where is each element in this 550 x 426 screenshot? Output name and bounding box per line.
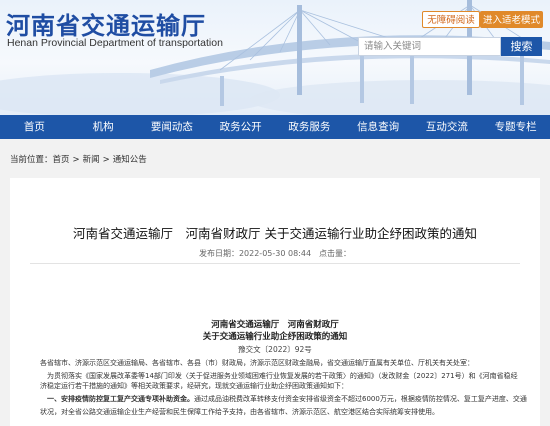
search-input[interactable]: 请输入关键词 (358, 37, 501, 56)
paragraph-intro: 为贯彻落实《国家发展改革委等14部门印发〈关于促进服务业领域困难行业恢复发展的若… (47, 372, 518, 380)
search-button[interactable]: 搜索 (501, 37, 542, 56)
paragraph-intro-cont: 济稳定运行若干措施的通知》等相关政策要求，经研究，现就交通运输行业助企纾困政策通… (40, 382, 348, 390)
article-title: 河南省交通运输厅 河南省财政厅 关于交通运输行业助企纾困政策的通知 (73, 226, 477, 241)
main-nav: 首页 机构 要闻动态 政务公开 政务服务 信息查询 互动交流 专题专栏 (0, 115, 550, 139)
site-logo-english: Henan Provincial Department of transport… (7, 37, 223, 49)
paragraph-item-1-cont: 状况，对全省公路交通运输企业生产经营和民生保障工作给予支持，由各省辖市、济源示范… (40, 408, 439, 416)
paragraph-addressees: 各省辖市、济源示范区交通运输局、各省辖市、各县（市）财政局，济源示范区财政金融局… (40, 359, 474, 367)
barrier-free-button[interactable]: 无障碍阅读 (422, 11, 480, 28)
nav-item-info-query[interactable]: 信息查询 (344, 115, 413, 139)
site-logo-text[interactable]: 河南省交通运输厅 (6, 6, 206, 41)
breadcrumb: 当前位置：首页 > 新闻 > 通知公告 (10, 153, 147, 165)
breadcrumb-prefix: 当前位置： (10, 155, 53, 165)
breadcrumb-home[interactable]: 首页 (53, 155, 70, 165)
doc-title: 关于交通运输行业助企纾困政策的通知 (202, 332, 348, 342)
nav-item-gov-services[interactable]: 政务服务 (275, 115, 344, 139)
nav-item-interaction[interactable]: 互动交流 (413, 115, 482, 139)
doc-issuers: 河南省交通运输厅 河南省财政厅 (211, 320, 339, 330)
elder-mode-button[interactable]: 进入适老模式 (480, 11, 543, 28)
paragraph-item-1: 一、安排疫情防控复工复产交通专项补助资金。通过成品油税费改革转移支付资金安排省级… (47, 394, 527, 404)
site-header: 河南省交通运输厅 Henan Provincial Department of … (0, 0, 550, 115)
doc-number: 豫交文〔2022〕92号 (238, 345, 312, 354)
nav-item-organization[interactable]: 机构 (69, 115, 138, 139)
breadcrumb-separator: > (72, 155, 80, 165)
article-meta: 发布日期：2022-05-30 08:44 点击量： (198, 249, 352, 258)
item-1-heading: 一、安排疫情防控复工复产交通专项补助资金。 (47, 395, 194, 403)
breadcrumb-news[interactable]: 新闻 (83, 155, 100, 165)
nav-item-gov-affairs[interactable]: 政务公开 (206, 115, 275, 139)
nav-item-news[interactable]: 要闻动态 (138, 115, 207, 139)
breadcrumb-separator: > (102, 155, 110, 165)
breadcrumb-notices[interactable]: 通知公告 (113, 155, 147, 165)
article-card: 河南省交通运输厅 河南省财政厅 关于交通运输行业助企纾困政策的通知 发布日期：2… (10, 178, 540, 426)
item-1-text: 通过成品油税费改革转移支付资金安排省级资金不超过6000万元，根据疫情防控情况、… (194, 395, 527, 403)
nav-item-home[interactable]: 首页 (0, 115, 69, 139)
divider (30, 263, 520, 264)
nav-item-special-topics[interactable]: 专题专栏 (481, 115, 550, 139)
